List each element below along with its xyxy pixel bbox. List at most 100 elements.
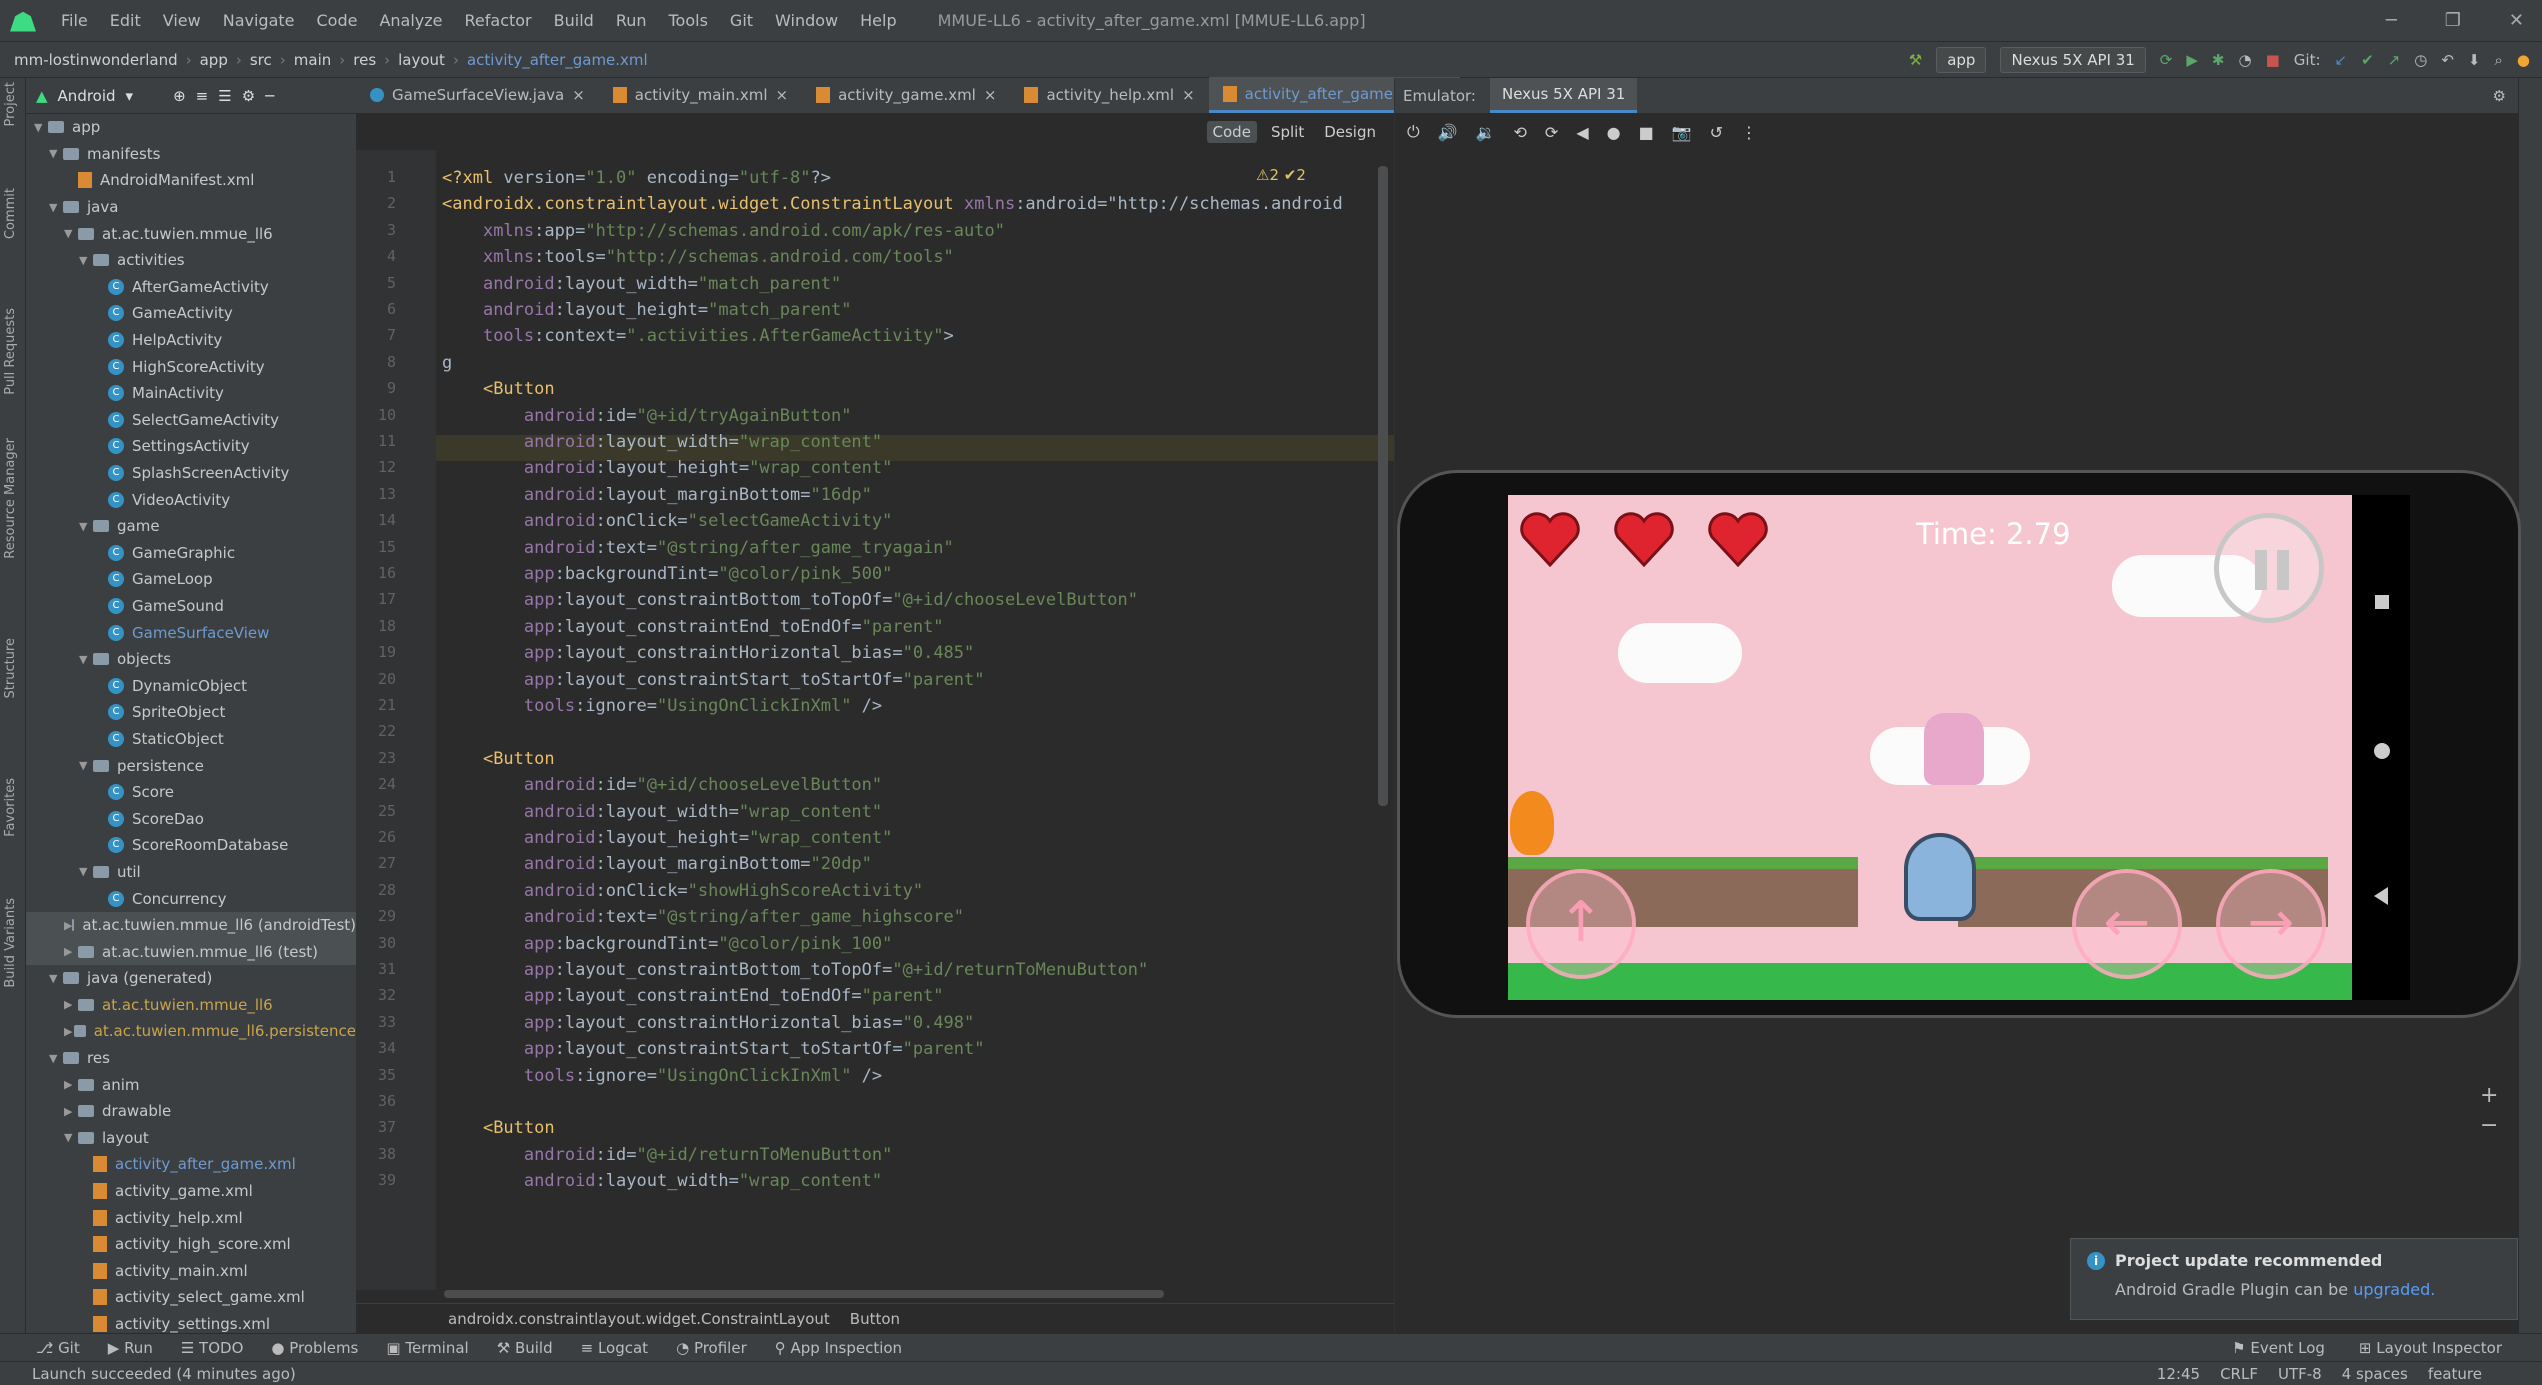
breadcrumb-item[interactable]: layout (392, 51, 451, 69)
editor-vertical-scrollbar[interactable] (1378, 166, 1388, 806)
minimize-icon[interactable]: ─ (2386, 10, 2397, 31)
update-icon[interactable]: ● (2517, 51, 2530, 69)
tree-item[interactable]: ▼ layout (26, 1125, 356, 1152)
volume-down-icon[interactable]: 🔉 (1476, 123, 1496, 142)
tree-item[interactable]: ▼ manifests (26, 141, 356, 168)
menu-item-help[interactable]: Help (849, 11, 907, 30)
tree-item[interactable]: ▶ at.ac.tuwien.mmue_ll6 (26, 992, 356, 1019)
tree-item[interactable]: activity_main.xml (26, 1258, 356, 1285)
inspection-widget[interactable]: ⚠2 ✔2 (1256, 166, 1306, 184)
tree-item[interactable]: ▼ persistence (26, 752, 356, 779)
tree-item[interactable]: activity_high_score.xml (26, 1231, 356, 1258)
debug-icon[interactable]: ✱ (2212, 51, 2225, 69)
gear-icon[interactable]: ⚙ (2493, 87, 2518, 105)
tree-item[interactable]: activity_select_game.xml (26, 1284, 356, 1311)
breadcrumb-item[interactable]: src (244, 51, 278, 69)
expand-all-icon[interactable]: ☰ (218, 87, 231, 105)
run-icon[interactable]: ▶ (2186, 51, 2198, 69)
tree-item[interactable]: ▶ at.ac.tuwien.mmue_ll6.persistence (26, 1018, 356, 1045)
caret-position[interactable]: 12:45 (2157, 1365, 2200, 1383)
chevron-down-icon[interactable]: ▾ (126, 87, 134, 105)
menu-item-run[interactable]: Run (605, 11, 658, 30)
tree-item[interactable]: C SettingsActivity (26, 433, 356, 460)
rotate-right-icon[interactable]: ⟳ (1545, 123, 1558, 142)
close-icon[interactable]: ✕ (2509, 10, 2524, 31)
editor-tab[interactable]: activity_help.xml × (1010, 77, 1208, 113)
move-right-button[interactable]: → (2216, 869, 2326, 979)
sdk-manager-icon[interactable]: ⬇ (2468, 51, 2481, 69)
home-icon[interactable]: ● (1607, 123, 1621, 142)
volume-up-icon[interactable]: 🔊 (1438, 123, 1458, 142)
tree-item[interactable]: C Score (26, 779, 356, 806)
zoom-out-icon[interactable]: − (2480, 1113, 2498, 1138)
breadcrumb-item[interactable]: app (194, 51, 234, 69)
tree-item[interactable]: ▶ at.ac.tuwien.mmue_ll6 (test) (26, 938, 356, 965)
editor-horizontal-scrollbar[interactable] (444, 1290, 1164, 1298)
screenshot-icon[interactable]: 📷 (1672, 123, 1692, 142)
view-mode-design[interactable]: Design (1318, 121, 1382, 143)
apply-changes-icon[interactable]: ⟳ (2160, 51, 2173, 69)
git-commit-icon[interactable]: ✔ (2361, 51, 2374, 69)
side-tab-build-variants[interactable]: Build Variants (3, 898, 18, 988)
emulator-device-tab[interactable]: Nexus 5X API 31 (1489, 78, 1638, 113)
tree-item[interactable]: C SpriteObject (26, 699, 356, 726)
editor-tab[interactable]: activity_main.xml × (599, 77, 802, 113)
tree-item[interactable]: ▼ app (26, 114, 356, 141)
search-icon[interactable]: ⌕ (2495, 51, 2503, 69)
editor-tab[interactable]: activity_game.xml × (802, 77, 1010, 113)
breadcrumb-item[interactable]: main (288, 51, 337, 69)
tree-item[interactable]: C GameSound (26, 593, 356, 620)
tree-item[interactable]: ▶ drawable (26, 1098, 356, 1125)
tree-item[interactable]: C VideoActivity (26, 486, 356, 513)
restore-icon[interactable]: ❐ (2445, 10, 2461, 31)
menu-item-file[interactable]: File (50, 11, 99, 30)
gear-icon[interactable]: ⚙ (242, 87, 255, 105)
tool-window-git[interactable]: ⎇ Git (36, 1339, 80, 1357)
overview-nav-icon[interactable] (2375, 595, 2389, 609)
menu-item-git[interactable]: Git (719, 11, 764, 30)
menu-item-build[interactable]: Build (543, 11, 605, 30)
tool-window-terminal[interactable]: ▣ Terminal (386, 1339, 468, 1357)
project-view-select[interactable]: Android (58, 87, 116, 105)
move-left-button[interactable]: ← (2072, 869, 2182, 979)
tree-item[interactable]: ▼ at.ac.tuwien.mmue_ll6 (26, 220, 356, 247)
tree-item[interactable]: C Concurrency (26, 885, 356, 912)
tree-item[interactable]: ▼ activities (26, 247, 356, 274)
back-nav-icon[interactable] (2374, 887, 2388, 905)
tree-item[interactable]: activity_after_game.xml (26, 1151, 356, 1178)
tool-window-run[interactable]: ▶ Run (108, 1339, 153, 1357)
menu-item-edit[interactable]: Edit (99, 11, 152, 30)
device-select[interactable]: Nexus 5X API 31 (2000, 46, 2146, 73)
jump-button[interactable]: ↑ (1526, 869, 1636, 979)
side-tab-favorites[interactable]: Favorites (3, 778, 18, 837)
tree-item[interactable]: ▼ objects (26, 646, 356, 673)
tree-item[interactable]: C AfterGameActivity (26, 274, 356, 301)
tree-item[interactable]: ▼ res (26, 1045, 356, 1072)
project-update-notification[interactable]: i Project update recommended Android Grad… (2070, 1238, 2518, 1320)
menu-item-refactor[interactable]: Refactor (454, 11, 543, 30)
close-icon[interactable]: × (984, 86, 997, 104)
tree-item[interactable]: C MainActivity (26, 380, 356, 407)
tool-window-problems[interactable]: ● Problems (271, 1339, 358, 1357)
home-nav-icon[interactable] (2374, 743, 2390, 759)
tool-window-logcat[interactable]: ≡ Logcat (581, 1339, 648, 1357)
indent-setting[interactable]: 4 spaces (2342, 1365, 2408, 1383)
menu-item-view[interactable]: View (152, 11, 212, 30)
tree-item[interactable]: activity_game.xml (26, 1178, 356, 1205)
tree-item[interactable]: AndroidManifest.xml (26, 167, 356, 194)
tree-item[interactable]: ▶ at.ac.tuwien.mmue_ll6 (androidTest) (26, 911, 356, 939)
tree-item[interactable]: ▼ util (26, 859, 356, 886)
tree-item[interactable]: C HelpActivity (26, 327, 356, 354)
tree-item[interactable]: ▼ java (26, 194, 356, 221)
tree-item[interactable]: C GameLoop (26, 566, 356, 593)
side-tab-project[interactable]: Project (3, 82, 18, 126)
breadcrumb-item[interactable]: mm-lostinwonderland (8, 51, 184, 69)
upgrade-link[interactable]: upgraded. (2353, 1280, 2435, 1299)
tree-item[interactable]: activity_settings.xml (26, 1311, 356, 1333)
view-mode-code[interactable]: Code (1206, 121, 1257, 143)
menu-item-navigate[interactable]: Navigate (212, 11, 306, 30)
breadcrumb-file[interactable]: activity_after_game.xml (461, 51, 654, 69)
tree-item[interactable]: ▼ java (generated) (26, 965, 356, 992)
editor-tab[interactable]: GameSurfaceView.java × (356, 77, 599, 113)
collapse-all-icon[interactable]: ≡ (196, 87, 209, 105)
